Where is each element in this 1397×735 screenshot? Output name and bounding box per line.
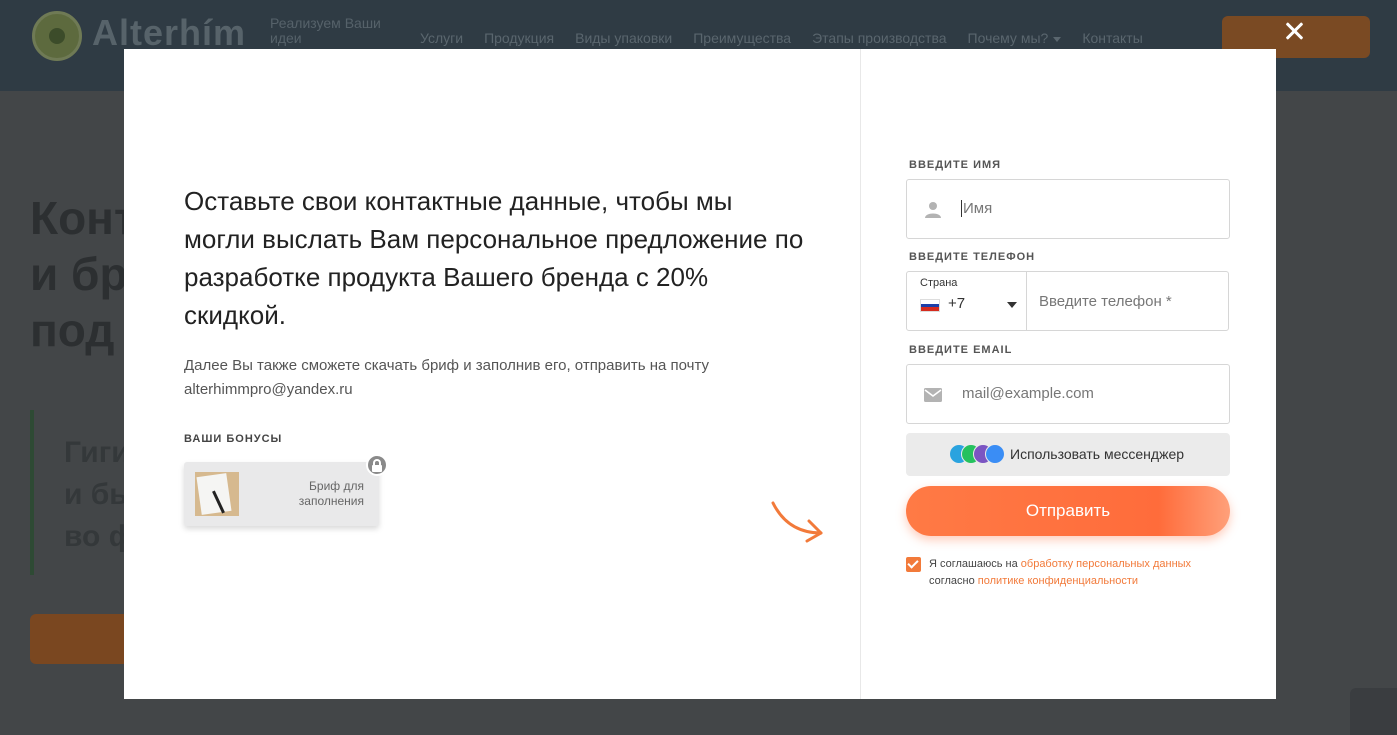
lead-form-modal: Оставьте свои контактные данные, чтобы м… xyxy=(124,49,1276,699)
brief-thumbnail xyxy=(195,472,239,516)
phone-field-group: Страна +7 Введите телефон * xyxy=(906,271,1229,331)
person-icon xyxy=(925,202,941,218)
modal-info-panel: Оставьте свои контактные данные, чтобы м… xyxy=(124,49,860,699)
name-placeholder: Имя xyxy=(961,200,993,217)
email-placeholder: mail@example.com xyxy=(962,385,1094,402)
country-select[interactable]: Страна +7 xyxy=(907,272,1027,330)
logo-emblem-icon xyxy=(32,11,82,61)
bonus-brief-card[interactable]: Бриф для заполнения xyxy=(184,462,379,526)
personal-data-link[interactable]: обработку персональных данных xyxy=(1021,558,1191,570)
nav-item-why-us[interactable]: Почему мы? xyxy=(968,30,1062,46)
messenger-icons xyxy=(949,444,1007,464)
nav-item-packaging[interactable]: Виды упаковки xyxy=(575,30,672,46)
bonus-title: ВАШИ БОНУСЫ xyxy=(184,433,283,445)
messenger-icon xyxy=(985,444,1005,464)
nav-item-why-us-label: Почему мы? xyxy=(967,30,1049,46)
contact-form: ВВЕДИТЕ ИМЯ Имя ВВЕДИТЕ ТЕЛЕФОН Страна +… xyxy=(861,49,1276,699)
mail-icon xyxy=(924,388,942,402)
nav-item-advantages[interactable]: Преимущества xyxy=(693,30,791,46)
consent-prefix: Я соглашаюсь на xyxy=(929,558,1021,570)
chevron-down-icon xyxy=(1007,302,1017,308)
nav-item-stages[interactable]: Этапы производства xyxy=(812,30,946,46)
lock-icon xyxy=(366,454,388,476)
site-tagline: Реализуем Ваши идеи xyxy=(270,15,381,46)
hero-heading: Конт и бр под xyxy=(30,190,137,358)
hero-heading-line: под xyxy=(30,304,115,356)
hero-heading-line: Конт xyxy=(30,192,137,244)
phone-input[interactable]: Введите телефон * xyxy=(1039,293,1172,310)
country-caption: Страна xyxy=(920,277,958,289)
consent-checkbox[interactable] xyxy=(906,557,921,572)
nav-item-contacts[interactable]: Контакты xyxy=(1082,30,1142,46)
recaptcha-badge xyxy=(1350,688,1397,735)
submit-button[interactable]: Отправить xyxy=(906,486,1230,536)
privacy-policy-link[interactable]: политике конфиденциальности xyxy=(978,575,1138,587)
nav-item-products[interactable]: Продукция xyxy=(484,30,554,46)
name-label: ВВЕДИТЕ ИМЯ xyxy=(909,159,1002,171)
modal-subtext: Далее Вы также сможете скачать бриф и за… xyxy=(184,357,709,398)
main-nav: Услуги Продукция Виды упаковки Преимущес… xyxy=(420,30,1143,46)
email-label: ВВЕДИТЕ EMAIL xyxy=(909,344,1013,356)
close-icon[interactable] xyxy=(1279,16,1309,46)
site-logo: Alterhím xyxy=(92,12,247,53)
phone-label: ВВЕДИТЕ ТЕЛЕФОН xyxy=(909,251,1036,263)
bonus-card-label: Бриф для заполнения xyxy=(298,479,364,508)
arrow-right-icon xyxy=(771,501,823,543)
russia-flag-icon xyxy=(920,299,940,312)
hero-accent-bar xyxy=(30,410,34,575)
hero-heading-line: и бр xyxy=(30,248,128,300)
chevron-down-icon xyxy=(1053,36,1062,42)
name-field[interactable]: Имя xyxy=(906,179,1230,239)
consent-text: Я соглашаюсь на обработку персональных д… xyxy=(929,556,1249,590)
use-messenger-button[interactable]: Использовать мессенджер xyxy=(906,433,1230,476)
nav-item-services[interactable]: Услуги xyxy=(420,30,463,46)
dial-code: +7 xyxy=(948,295,966,312)
email-field[interactable]: mail@example.com xyxy=(906,364,1230,424)
messenger-label: Использовать мессенджер xyxy=(1010,446,1185,462)
consent-middle: согласно xyxy=(929,575,978,587)
modal-headline: Оставьте свои контактные данные, чтобы м… xyxy=(184,186,804,330)
